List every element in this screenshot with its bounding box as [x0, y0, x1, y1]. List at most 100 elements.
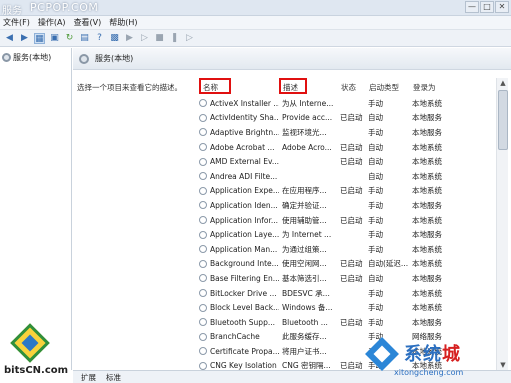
- service-gear-icon: [199, 201, 207, 210]
- table-row[interactable]: Application Man... 为通过组策... 手动 本地系统: [199, 242, 511, 257]
- service-gear-icon: [199, 318, 207, 327]
- service-startup-type: 手动: [368, 303, 383, 313]
- table-row[interactable]: Adaptive Brightn... 监视环境光... 手动 本地服务: [199, 125, 511, 140]
- table-row[interactable]: Background Inte... 使用空闲网... 已启动 自动(延迟... 本地系…: [199, 257, 511, 272]
- table-row[interactable]: ActiveX Installer ... 为从 Interne... 手动 本地系统: [199, 96, 511, 111]
- service-startup-type: 手动: [368, 244, 383, 254]
- table-row[interactable]: Application Iden... 确定并验证... 手动 本地服务: [199, 198, 511, 213]
- tree-item-services-local[interactable]: 服务(本地): [2, 52, 51, 63]
- service-logon-as: 本地系统: [412, 171, 442, 181]
- back-icon[interactable]: ◀: [4, 33, 15, 44]
- service-name: AMD External Ev...: [210, 157, 279, 167]
- scroll-up-icon[interactable]: ▲: [498, 78, 508, 88]
- service-gear-icon: [199, 99, 207, 108]
- service-name-cell: Application Laye...: [199, 230, 279, 239]
- service-description: 基本筛选引...: [282, 273, 327, 283]
- service-status: 已启动: [340, 186, 363, 196]
- table-row[interactable]: Bluetooth Supp... Bluetooth ... 已启动 手动 本地服务: [199, 315, 511, 330]
- service-startup-type: 自动: [368, 142, 383, 152]
- service-name-cell: Bluetooth Supp...: [199, 318, 279, 327]
- service-logon-as: 本地系统: [412, 259, 442, 269]
- pane-header-title: 服务(本地): [95, 54, 134, 63]
- service-status: 已启动: [340, 215, 363, 225]
- service-description: 使用空闲网...: [282, 259, 327, 269]
- table-row[interactable]: BitLocker Drive ... BDESVC 承... 手动 本地系统: [199, 286, 511, 301]
- service-startup-type: 自动: [368, 273, 383, 283]
- service-name: ActivIdentity Sha...: [210, 113, 279, 123]
- service-name-cell: ActivIdentity Sha...: [199, 113, 279, 122]
- table-row[interactable]: Adobe Acrobat ... Adobe Acro... 已启动 自动 本地系统: [199, 140, 511, 155]
- service-gear-icon: [199, 157, 207, 166]
- menu-view[interactable]: 查看(V): [74, 17, 102, 28]
- service-gear-icon: [199, 347, 207, 356]
- service-gear-icon: [199, 361, 207, 370]
- service-name: Application Iden...: [210, 200, 278, 210]
- pause-service-icon[interactable]: ❚: [169, 33, 180, 44]
- pane-header: 服务(本地): [73, 48, 511, 70]
- service-description: Bluetooth ...: [282, 317, 328, 327]
- service-name-cell: Adobe Acrobat ...: [199, 143, 279, 152]
- service-name-cell: Adaptive Brightn...: [199, 128, 279, 137]
- tab-standard[interactable]: 标准: [106, 372, 121, 383]
- service-logon-as: 本地系统: [412, 288, 442, 298]
- service-name: Adobe Acrobat ...: [210, 142, 275, 152]
- title-bar: 服务 PCPOP.COM — □ ✕: [0, 0, 511, 17]
- column-startup-type[interactable]: 启动类型: [365, 78, 409, 94]
- vertical-scrollbar[interactable]: ▲ ▼: [496, 78, 508, 370]
- xitongcheng-logo: 系统城 xitongcheng.com: [362, 337, 511, 383]
- service-description: Windows 备...: [282, 303, 333, 313]
- table-row[interactable]: Block Level Back... Windows 备... 手动 本地系统: [199, 300, 511, 315]
- service-gear-icon: [199, 143, 207, 152]
- column-logon-as[interactable]: 登录为: [409, 78, 469, 94]
- table-row[interactable]: Application Expe... 在应用程序... 已启动 手动 本地系统: [199, 184, 511, 199]
- column-spacer: [307, 78, 337, 94]
- snapin-icon[interactable]: ▩: [109, 33, 120, 44]
- service-name-cell: AMD External Ev...: [199, 157, 279, 166]
- maximize-button[interactable]: □: [480, 1, 494, 13]
- table-header: 名称 描述 状态 启动类型 登录为: [199, 78, 511, 94]
- export-list-icon[interactable]: ▤: [79, 33, 90, 44]
- xitongcheng-cn-part-a: 系统: [404, 344, 442, 365]
- window-controls: — □ ✕: [464, 1, 509, 13]
- service-logon-as: 本地服务: [412, 317, 442, 327]
- service-startup-type: 手动: [368, 127, 383, 137]
- column-status[interactable]: 状态: [337, 78, 365, 94]
- menu-file[interactable]: 文件(F): [3, 17, 30, 28]
- table-row[interactable]: Application Infor... 使用辅助管... 已启动 手动 本地系统: [199, 213, 511, 228]
- xitongcheng-cn-part-b: 城: [442, 344, 461, 365]
- table-row[interactable]: Andrea ADI Filte... 自动 本地系统: [199, 169, 511, 184]
- close-button[interactable]: ✕: [495, 1, 509, 13]
- start-service-icon[interactable]: ▶: [124, 33, 135, 44]
- console-tree: 服务(本地): [0, 48, 72, 370]
- service-name: Application Infor...: [210, 215, 279, 225]
- forward-icon[interactable]: ▶: [19, 33, 30, 44]
- service-startup-type: 手动: [368, 200, 383, 210]
- service-description: 为从 Interne...: [282, 98, 334, 108]
- resume-service-icon[interactable]: ▷: [139, 33, 150, 44]
- service-name: Application Laye...: [210, 230, 279, 240]
- stop-service-icon[interactable]: ■: [154, 33, 165, 44]
- description-hint: 选择一个项目来查看它的描述。: [77, 83, 182, 92]
- column-description[interactable]: 描述: [279, 78, 307, 94]
- service-logon-as: 本地系统: [412, 215, 442, 225]
- help-icon[interactable]: ?: [94, 33, 105, 44]
- service-name-cell: BranchCache: [199, 332, 279, 341]
- menu-action[interactable]: 操作(A): [38, 17, 66, 28]
- table-row[interactable]: Base Filtering En... 基本筛选引... 已启动 自动 本地服务: [199, 271, 511, 286]
- restart-service-icon[interactable]: ▷: [184, 33, 195, 44]
- console-tree-icon[interactable]: ▦: [34, 32, 45, 44]
- tab-extended[interactable]: 扩展: [81, 372, 96, 383]
- table-row[interactable]: Application Laye... 为 Internet ... 手动 本地服务: [199, 227, 511, 242]
- service-logon-as: 本地系统: [412, 186, 442, 196]
- column-name[interactable]: 名称: [199, 78, 231, 94]
- minimize-button[interactable]: —: [465, 1, 479, 13]
- table-row[interactable]: ActivIdentity Sha... Provide acc... 已启动 自动 本…: [199, 111, 511, 126]
- service-gear-icon: [199, 128, 207, 137]
- scroll-thumb[interactable]: [498, 90, 508, 150]
- menu-help[interactable]: 帮助(H): [109, 17, 137, 28]
- refresh-icon[interactable]: ↻: [64, 33, 75, 44]
- service-logon-as: 本地服务: [412, 230, 442, 240]
- table-row[interactable]: AMD External Ev... 已启动 自动 本地系统: [199, 154, 511, 169]
- properties-icon[interactable]: ▣: [49, 33, 60, 44]
- menu-bar: 文件(F) 操作(A) 查看(V) 帮助(H): [0, 16, 511, 30]
